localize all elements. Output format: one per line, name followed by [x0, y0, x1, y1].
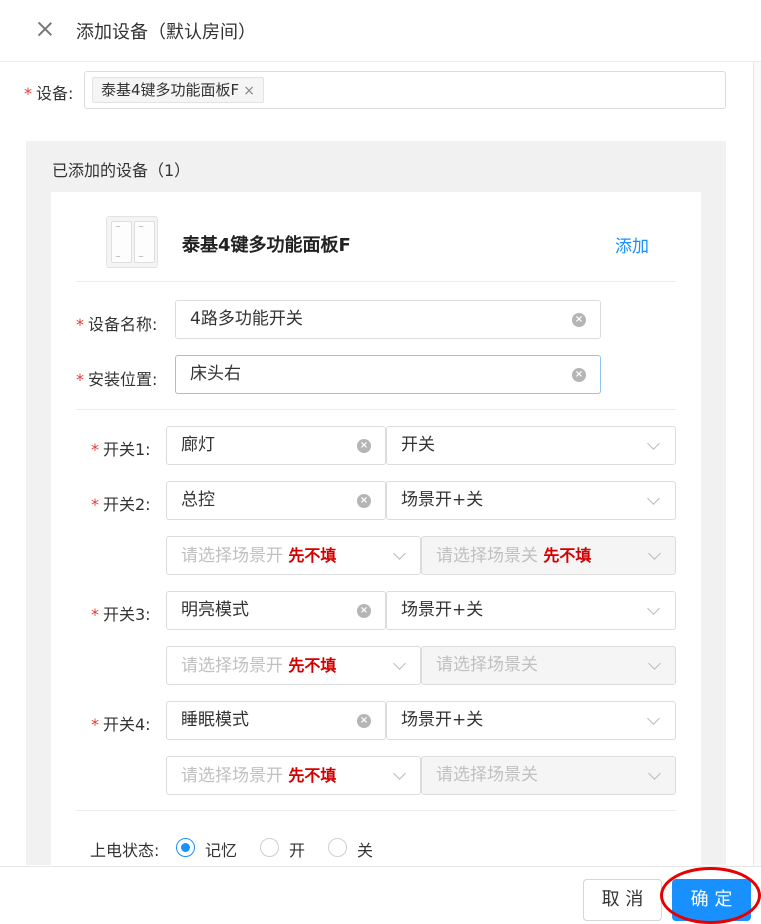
dialog-title: 添加设备（默认房间）: [76, 22, 256, 43]
switch-1-type-select[interactable]: 开关: [386, 426, 676, 465]
switch-3-type-select[interactable]: 场景开+关: [386, 591, 676, 630]
switch-2-scene-on-select[interactable]: 请选择场景开 先不填: [166, 536, 421, 575]
chevron-down-icon: [647, 712, 660, 725]
device-card: 泰基4键多功能面板F 添加 *设备名称: 4路多功能开关 × *安装位置: 床头…: [51, 192, 701, 865]
cancel-button[interactable]: 取 消: [583, 879, 662, 921]
radio-on-label[interactable]: 开: [289, 837, 305, 861]
switch-3-scene-on-select[interactable]: 请选择场景开 先不填: [166, 646, 421, 685]
chevron-down-icon: [647, 437, 660, 450]
clear-icon[interactable]: ×: [357, 714, 371, 728]
switch-4-scene-on-select[interactable]: 请选择场景开 先不填: [166, 756, 421, 795]
confirm-button[interactable]: 确 定: [672, 879, 751, 921]
scrollbar[interactable]: [753, 62, 761, 866]
clear-icon[interactable]: ×: [572, 313, 586, 327]
chevron-down-icon: [648, 767, 661, 780]
device-label: * 设备:: [24, 84, 74, 103]
add-link[interactable]: 添加: [615, 232, 649, 257]
close-icon[interactable]: [32, 14, 58, 44]
location-input[interactable]: 床头右 ×: [175, 355, 601, 394]
chevron-down-icon: [647, 492, 660, 505]
radio-off[interactable]: [328, 838, 347, 857]
switch-2-type-select[interactable]: 场景开+关: [386, 481, 676, 520]
power-state-label: 上电状态:: [90, 841, 160, 860]
panel-title: 已添加的设备（1）: [52, 161, 191, 180]
device-select[interactable]: 泰基4键多功能面板F ×: [84, 71, 726, 109]
switch-3-label: * 开关3:: [91, 605, 151, 624]
switch-1-label: * 开关1:: [91, 440, 151, 459]
dialog-header: 添加设备（默认房间）: [0, 0, 761, 62]
clear-icon[interactable]: ×: [572, 368, 586, 382]
clear-icon[interactable]: ×: [357, 494, 371, 508]
device-name-input[interactable]: 4路多功能开关 ×: [175, 300, 601, 339]
chevron-down-icon: [648, 547, 661, 560]
radio-memory-label[interactable]: 记忆: [205, 837, 237, 861]
switch-4-scene-off-select[interactable]: 请选择场景关: [421, 756, 676, 795]
clear-icon[interactable]: ×: [357, 439, 371, 453]
switch-4-type-select[interactable]: 场景开+关: [386, 701, 676, 740]
switch-2-scene-off-select[interactable]: 请选择场景关 先不填: [421, 536, 676, 575]
chevron-down-icon: [648, 657, 661, 670]
dialog-footer: 取 消 确 定: [0, 866, 761, 924]
chevron-down-icon: [393, 657, 406, 670]
added-devices-panel: 已添加的设备（1） 泰基4键多功能面板F 添加 *设备名称: 4路多功能开关 ×…: [26, 141, 726, 865]
tag-close-icon[interactable]: ×: [243, 83, 255, 99]
switch-1-name-input[interactable]: 廊灯 ×: [166, 426, 386, 465]
switch-3-name-input[interactable]: 明亮模式 ×: [166, 591, 386, 630]
switch-2-name-input[interactable]: 总控 ×: [166, 481, 386, 520]
clear-icon[interactable]: ×: [357, 604, 371, 618]
radio-memory[interactable]: [176, 838, 195, 857]
required-mark: *: [24, 84, 32, 103]
radio-on[interactable]: [260, 838, 279, 857]
divider: [76, 281, 676, 282]
switch-2-label: * 开关2:: [91, 495, 151, 514]
chevron-down-icon: [647, 602, 660, 615]
switch-3-scene-off-select[interactable]: 请选择场景关: [421, 646, 676, 685]
radio-off-label[interactable]: 关: [357, 837, 373, 861]
divider: [76, 810, 676, 811]
device-tag: 泰基4键多功能面板F ×: [92, 77, 264, 103]
device-thumbnail: [106, 216, 158, 268]
switch-4-name-input[interactable]: 睡眠模式 ×: [166, 701, 386, 740]
chevron-down-icon: [393, 547, 406, 560]
divider: [76, 409, 676, 410]
device-name-label: * 设备名称:: [76, 315, 158, 334]
location-label: * 安装位置:: [76, 370, 158, 389]
switch-4-label: * 开关4:: [91, 715, 151, 734]
chevron-down-icon: [393, 767, 406, 780]
device-card-name: 泰基4键多功能面板F: [182, 235, 351, 256]
